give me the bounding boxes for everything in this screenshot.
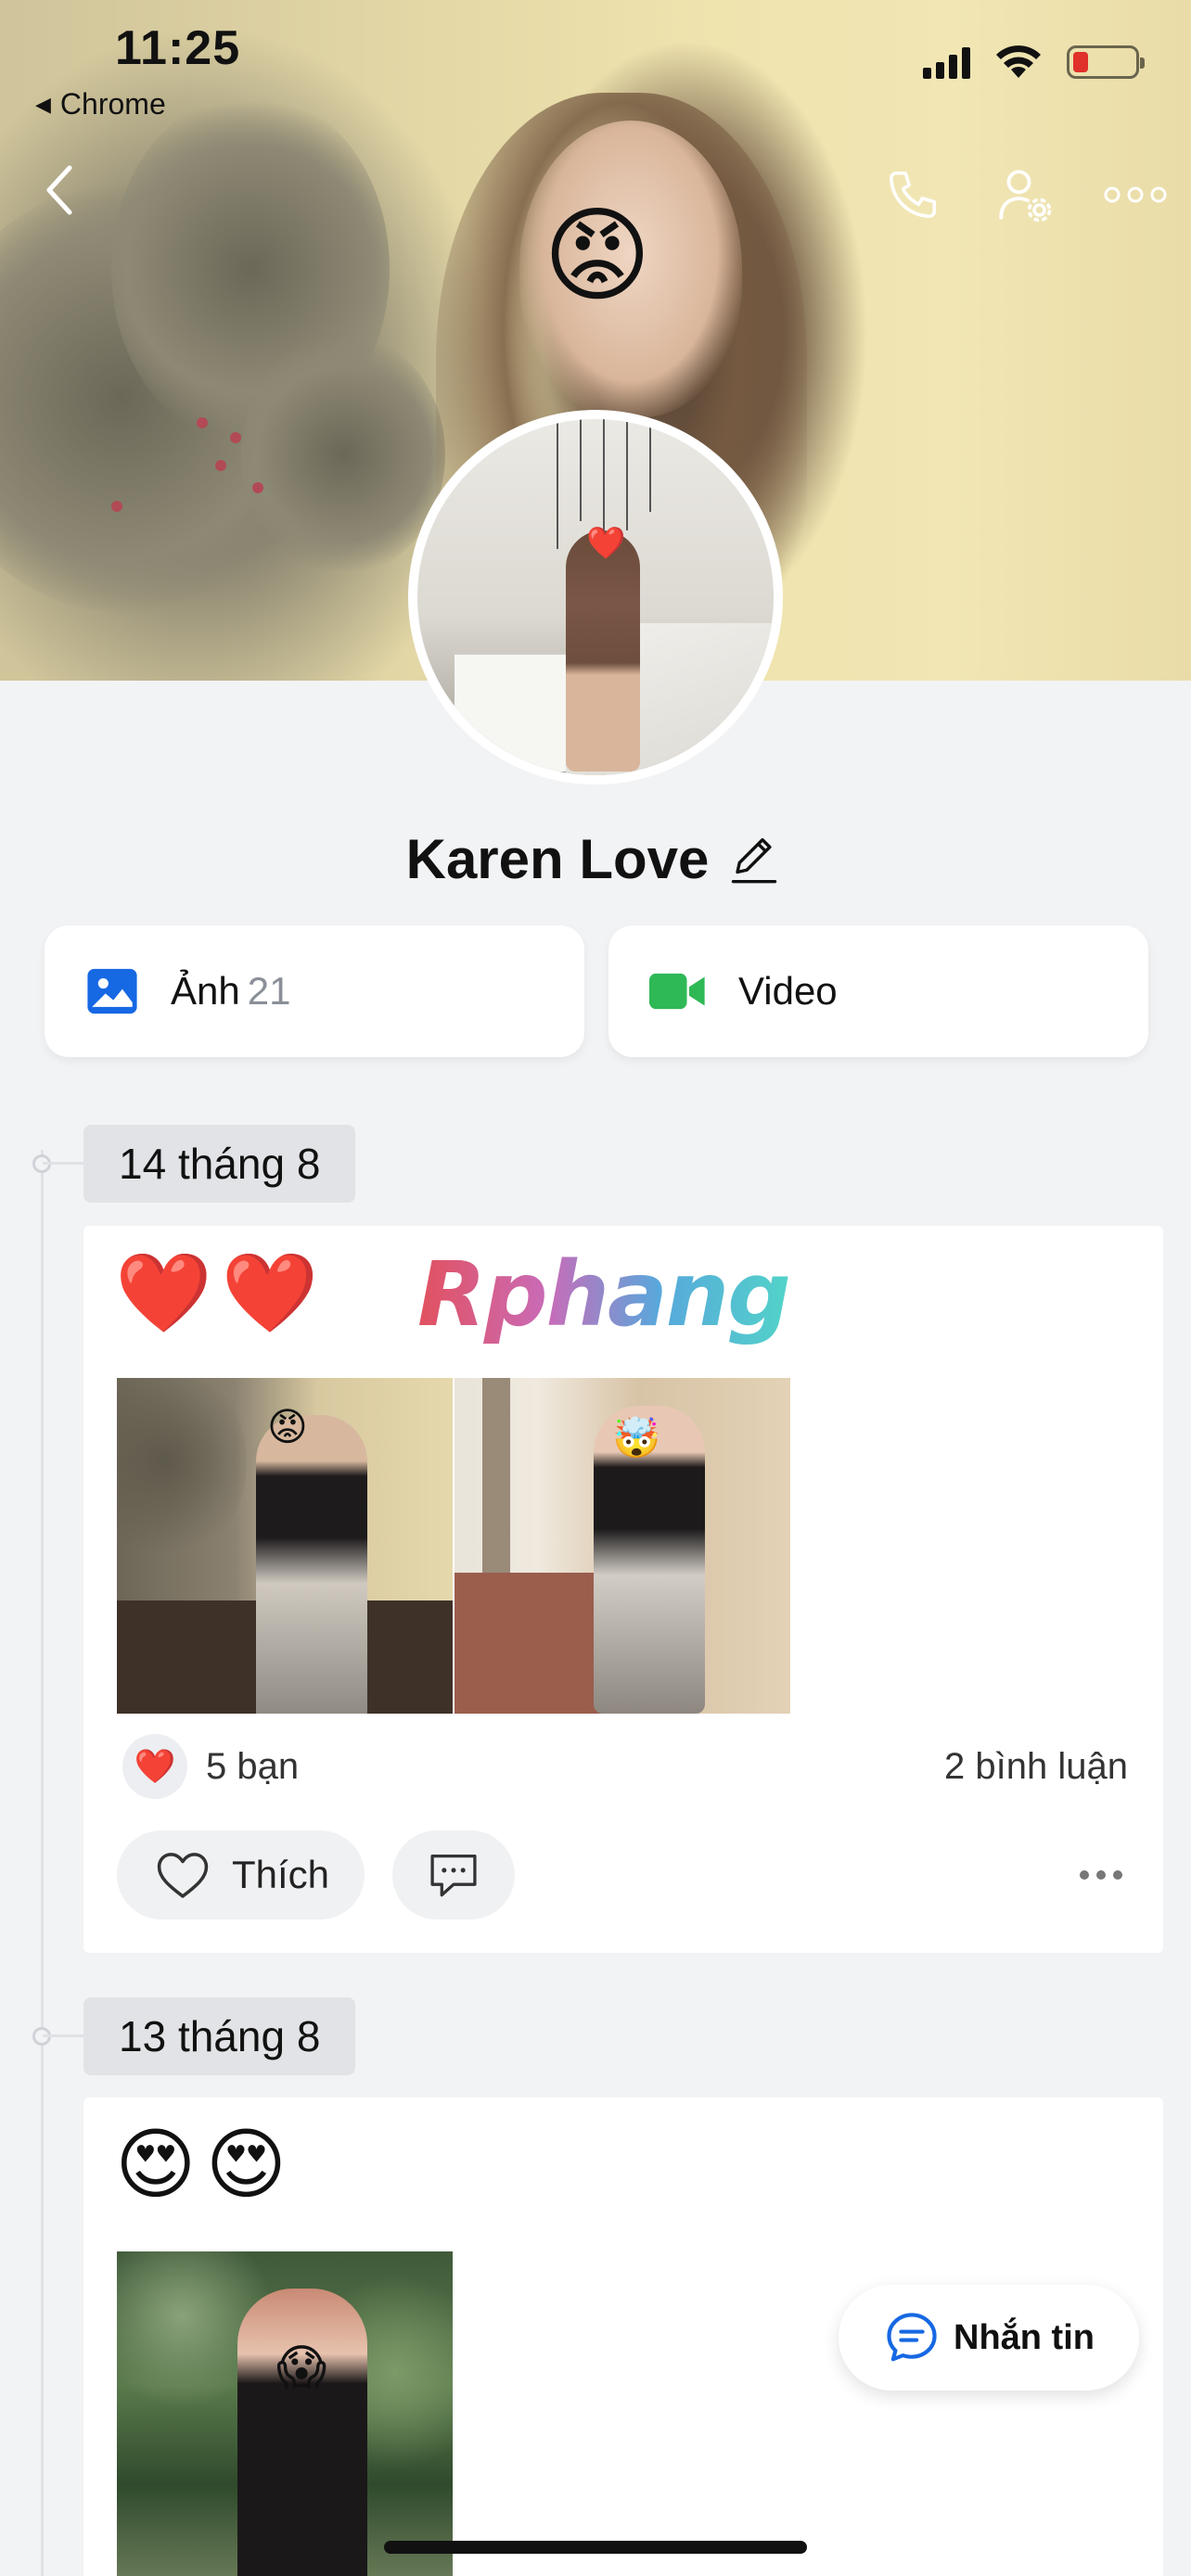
video-camera-icon [649,973,705,1010]
reaction-summary[interactable]: ❤️ 5 bạn [122,1734,299,1799]
phone-icon [889,171,937,219]
dot-icon [1080,1870,1089,1880]
photo-sticker-emoji: 🤯 [612,1416,661,1460]
photo-icon [87,968,137,1014]
post-text: ❤️❤️ [115,1249,328,1336]
heart-outline-icon [157,1853,209,1898]
comment-button[interactable] [392,1830,516,1919]
back-triangle-icon: ◀ [35,92,51,116]
post-photo[interactable]: 🤯 [455,1378,790,1714]
dot-icon [1113,1870,1122,1880]
back-button[interactable] [28,158,93,223]
more-options-button[interactable] [1098,158,1172,232]
photos-label: Ảnh [171,969,240,1013]
photo-sticker-emoji: 😡 [267,1405,308,1448]
post-photo[interactable]: 😡 [117,1378,453,1714]
wifi-icon [996,45,1041,78]
call-button[interactable] [876,158,950,232]
post-date: 14 tháng 8 [83,1125,356,1203]
comment-count-link[interactable]: 2 bình luận [944,1746,1128,1788]
return-app-label: Chrome [59,87,166,121]
return-to-app[interactable]: ◀ Chrome [35,87,166,121]
feed-post: ❤️❤️ Rphang 😡 🤯 ❤️ 5 bạn 2 bình luận Thí… [83,1226,1163,1953]
post-date: 13 tháng 8 [83,1997,356,2075]
post-photo[interactable]: 😱 [117,2251,453,2576]
chat-bubble-icon [887,2313,937,2362]
photos-button[interactable]: Ảnh 21 [45,925,584,1057]
reaction-count: 5 bạn [206,1745,300,1787]
more-horizontal-icon [1104,186,1167,203]
watermark-text: Rphang [417,1243,791,1346]
video-button[interactable]: Video [608,925,1148,1057]
video-label: Video [738,969,838,1013]
profile-name: Karen Love [405,828,710,890]
heart-reaction-icon: ❤️ [122,1734,187,1799]
signal-icon [923,45,970,79]
like-button[interactable]: Thích [117,1830,365,1919]
cover-sticker-emoji: 😡 [543,198,652,313]
edit-name-button[interactable] [729,832,785,887]
home-indicator[interactable] [384,2541,807,2554]
like-label: Thích [232,1853,330,1896]
photos-count: 21 [247,969,291,1013]
dot-icon [1096,1870,1106,1880]
photo-sticker-emoji: 😱 [276,2341,327,2395]
chevron-left-icon [46,165,72,215]
post-more-button[interactable] [1080,1870,1130,1880]
avatar-heart-sticker: ❤️ [586,526,626,561]
profile-settings-button[interactable] [987,158,1061,232]
status-icons [923,45,1145,80]
user-settings-icon [999,170,1052,223]
battery-icon [1067,45,1145,79]
pencil-icon [732,837,777,883]
status-time: 11:25 [115,21,241,75]
post-text: 😍😍 [115,2121,297,2208]
message-label: Nhắn tin [954,2317,1095,2357]
timeline-line [41,1150,44,2576]
message-button[interactable]: Nhắn tin [839,2285,1139,2391]
comment-icon [430,1854,477,1897]
profile-avatar[interactable]: ❤️ [408,410,783,784]
